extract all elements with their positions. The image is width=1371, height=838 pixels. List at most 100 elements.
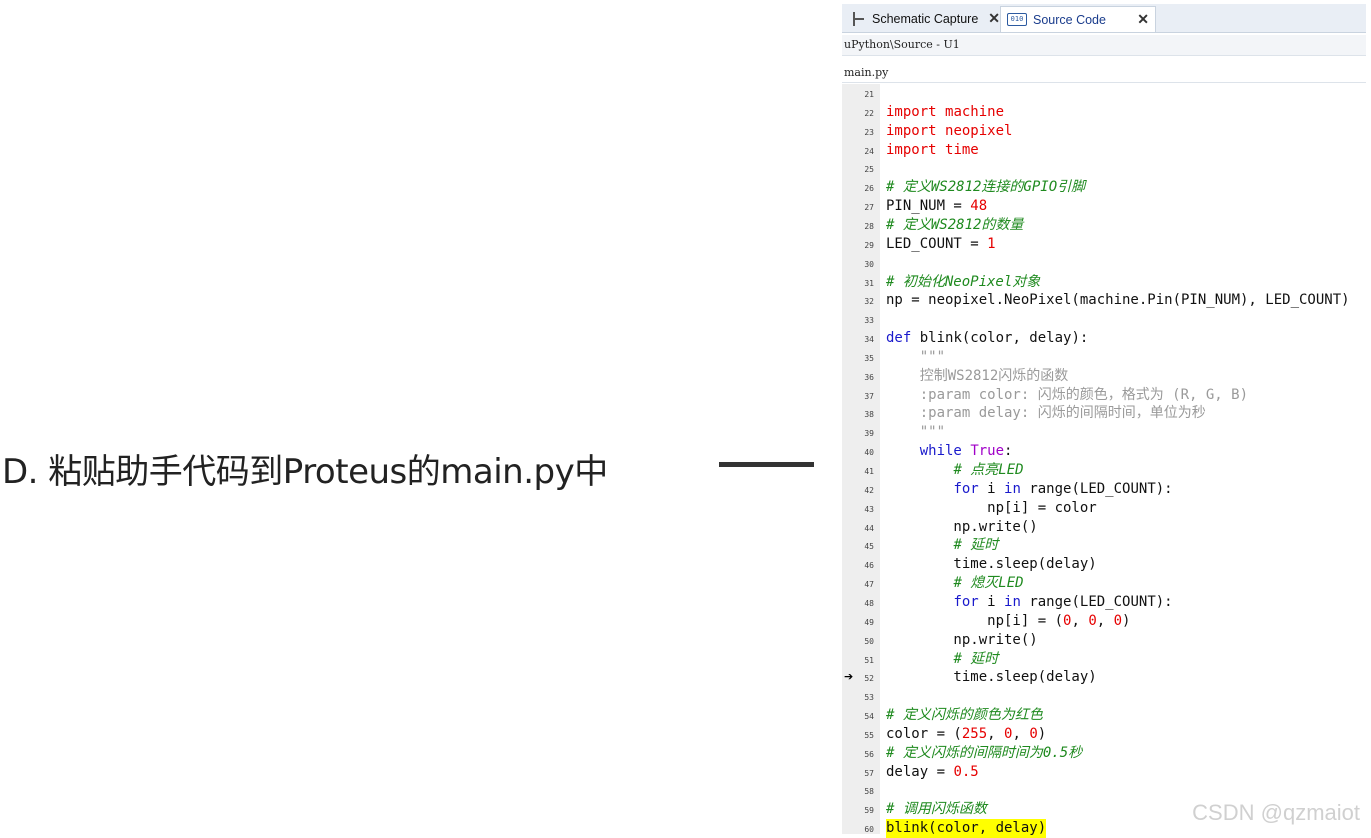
code-line[interactable]: 37 :param color: 闪烁的颜色，格式为 (R, G, B) xyxy=(842,386,1366,405)
schematic-icon xyxy=(850,11,866,27)
line-number: 44 xyxy=(864,523,874,533)
close-icon[interactable]: ✕ xyxy=(1137,11,1149,28)
line-number: 23 xyxy=(864,127,874,137)
line-number: 26 xyxy=(864,184,874,194)
code-text: color = (255, 0, 0) xyxy=(886,725,1047,742)
line-number: 35 xyxy=(864,353,874,363)
code-line[interactable]: 25 xyxy=(842,159,1366,178)
code-line[interactable]: 34 def blink(color, delay): xyxy=(842,329,1366,348)
code-line[interactable]: 32 np = neopixel.NeoPixel(machine.Pin(PIN… xyxy=(842,291,1366,310)
line-number: 37 xyxy=(864,391,874,401)
line-number: 48 xyxy=(864,598,874,608)
code-line[interactable]: 42 for i in range(LED_COUNT): xyxy=(842,480,1366,499)
path-label: uPython\Source - U1 xyxy=(844,38,960,51)
source-code-icon: 010 xyxy=(1007,13,1027,26)
code-line[interactable]: 54 # 定义闪烁的颜色为红色 xyxy=(842,706,1366,725)
line-number: 21 xyxy=(864,90,874,99)
code-line[interactable]: 53 xyxy=(842,687,1366,706)
code-text: np.write() xyxy=(886,518,1038,535)
line-number: 55 xyxy=(864,730,874,740)
code-line[interactable]: 39 """ xyxy=(842,423,1366,442)
code-line[interactable]: 40 while True: xyxy=(842,442,1366,461)
code-line[interactable]: 27 PIN_NUM = 48 xyxy=(842,197,1366,216)
code-text: :param color: 闪烁的颜色，格式为 (R, G, B) xyxy=(919,386,1249,403)
line-number: 31 xyxy=(864,278,874,288)
code-line[interactable]: 48 for i in range(LED_COUNT): xyxy=(842,593,1366,612)
line-number: 22 xyxy=(864,108,874,118)
code-line[interactable]: 24 import time xyxy=(842,141,1366,160)
code-line[interactable]: 56 # 定义闪烁的间隔时间为0.5秒 xyxy=(842,744,1366,763)
line-number: 43 xyxy=(864,504,874,514)
code-text: # 定义WS2812的数量 xyxy=(886,216,1024,233)
line-number: 36 xyxy=(864,372,874,382)
code-line[interactable]: 31 # 初始化NeoPixel对象 xyxy=(842,273,1366,292)
code-line[interactable]: 21 xyxy=(842,84,1366,103)
line-number: 32 xyxy=(864,297,874,307)
line-number: 56 xyxy=(864,749,874,759)
code-text: np[i] = (0, 0, 0) xyxy=(886,612,1131,629)
code-text: # 初始化NeoPixel对象 xyxy=(886,273,1041,290)
tab-bar: Schematic Capture ✕ 010 Source Code ✕ xyxy=(842,4,1366,33)
line-number: 59 xyxy=(864,806,874,816)
line-number: 46 xyxy=(864,561,874,571)
line-number: 40 xyxy=(864,448,874,458)
tab-source-code[interactable]: 010 Source Code ✕ xyxy=(1000,6,1156,32)
watermark: CSDN @qzmaiot xyxy=(1192,800,1360,825)
code-line[interactable]: 50 np.write() xyxy=(842,631,1366,650)
line-number: 28 xyxy=(864,221,874,231)
code-text: # 点亮LED xyxy=(953,462,1024,478)
code-text: np = neopixel.NeoPixel(machine.Pin(PIN_N… xyxy=(886,292,1350,309)
code-line[interactable]: 29 LED_COUNT = 1 xyxy=(842,235,1366,254)
breadcrumb: uPython\Source - U1 xyxy=(842,35,1366,56)
execution-arrow-icon: ➔ xyxy=(844,670,854,684)
code-text: 控制WS2812闪烁的函数 xyxy=(919,367,1069,384)
code-line[interactable]: 51 # 延时 xyxy=(842,650,1366,669)
code-text: for i in range(LED_COUNT): xyxy=(953,480,1173,497)
code-line[interactable]: 35 """ xyxy=(842,348,1366,367)
line-number: 38 xyxy=(864,410,874,420)
code-line[interactable]: 47 # 熄灭LED xyxy=(842,574,1366,593)
code-line[interactable]: 52 ➔ time.sleep(delay) xyxy=(842,668,1366,687)
close-icon[interactable]: ✕ xyxy=(988,10,1000,27)
code-line[interactable]: 58 xyxy=(842,781,1366,800)
code-text: delay = 0.5 xyxy=(886,763,979,780)
line-number: 42 xyxy=(864,485,874,495)
code-line[interactable]: 33 xyxy=(842,310,1366,329)
code-line[interactable]: 38 :param delay: 闪烁的间隔时间，单位为秒 xyxy=(842,404,1366,423)
tab-schematic-capture[interactable]: Schematic Capture ✕ xyxy=(844,6,1006,31)
code-text: time.sleep(delay) xyxy=(886,556,1097,573)
line-number: 50 xyxy=(864,636,874,646)
code-line[interactable]: 26 # 定义WS2812连接的GPIO引脚 xyxy=(842,178,1366,197)
file-header: main.py xyxy=(842,64,1366,83)
code-text: # 定义WS2812连接的GPIO引脚 xyxy=(886,179,1086,196)
line-number: 30 xyxy=(864,259,874,269)
code-line[interactable]: 46 time.sleep(delay) xyxy=(842,555,1366,574)
code-text: for i in range(LED_COUNT): xyxy=(953,593,1173,610)
code-text: """ xyxy=(919,348,946,365)
code-line[interactable]: 23 import neopixel xyxy=(842,122,1366,141)
line-number: 49 xyxy=(864,617,874,627)
code-line[interactable]: 55 color = (255, 0, 0) xyxy=(842,725,1366,744)
code-line[interactable]: 41 # 点亮LED xyxy=(842,461,1366,480)
code-line[interactable]: 49 np[i] = (0, 0, 0) xyxy=(842,612,1366,631)
code-text: def blink(color, delay): xyxy=(886,330,1089,347)
line-number: 24 xyxy=(864,146,874,156)
code-text: # 延时 xyxy=(953,537,999,554)
code-line[interactable]: 44 np.write() xyxy=(842,518,1366,537)
code-text: import machine xyxy=(886,103,1005,120)
code-line[interactable]: 43 np[i] = color xyxy=(842,499,1366,518)
line-number: 39 xyxy=(864,429,874,439)
line-number: 60 xyxy=(864,825,874,835)
code-line[interactable]: 57 delay = 0.5 xyxy=(842,763,1366,782)
code-line[interactable]: 28 # 定义WS2812的数量 xyxy=(842,216,1366,235)
code-line[interactable]: 36 控制WS2812闪烁的函数 xyxy=(842,367,1366,386)
line-number: 27 xyxy=(864,203,874,213)
code-text: time.sleep(delay) xyxy=(886,669,1097,686)
code-line[interactable]: 30 xyxy=(842,254,1366,273)
code-text: while True: xyxy=(919,443,1013,460)
code-text: # 定义闪烁的颜色为红色 xyxy=(886,707,1043,724)
code-text: :param delay: 闪烁的间隔时间，单位为秒 xyxy=(919,405,1206,422)
code-line[interactable]: 22 import machine xyxy=(842,103,1366,122)
line-number: 33 xyxy=(864,316,874,326)
code-line[interactable]: 45 # 延时 xyxy=(842,536,1366,555)
